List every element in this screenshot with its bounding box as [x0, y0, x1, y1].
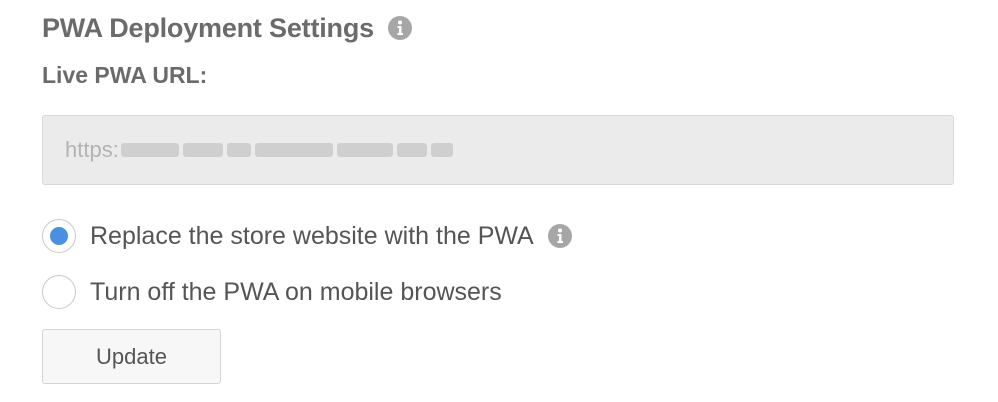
- turn-off-mobile-label[interactable]: Turn off the PWA on mobile browsers: [90, 278, 502, 307]
- update-button[interactable]: Update: [42, 329, 221, 384]
- live-url-field[interactable]: https:: [42, 115, 954, 185]
- pwa-deployment-settings-panel: PWA Deployment Settings Live PWA URL: ht…: [0, 0, 998, 402]
- radio-selected-dot: [50, 227, 68, 245]
- option-turn-off-mobile[interactable]: Turn off the PWA on mobile browsers: [42, 274, 502, 310]
- section-title: PWA Deployment Settings: [42, 12, 374, 43]
- replace-website-radio[interactable]: [42, 219, 76, 253]
- turn-off-mobile-radio[interactable]: [42, 275, 76, 309]
- replace-website-label[interactable]: Replace the store website with the PWA: [90, 222, 534, 251]
- section-header: PWA Deployment Settings: [42, 8, 412, 48]
- option-replace-website[interactable]: Replace the store website with the PWA: [42, 218, 572, 254]
- redacted-url-text: [120, 142, 457, 158]
- live-url-value: https:: [65, 137, 119, 162]
- info-icon[interactable]: [547, 224, 572, 248]
- live-url-label: Live PWA URL:: [42, 62, 208, 88]
- info-icon[interactable]: [387, 16, 412, 40]
